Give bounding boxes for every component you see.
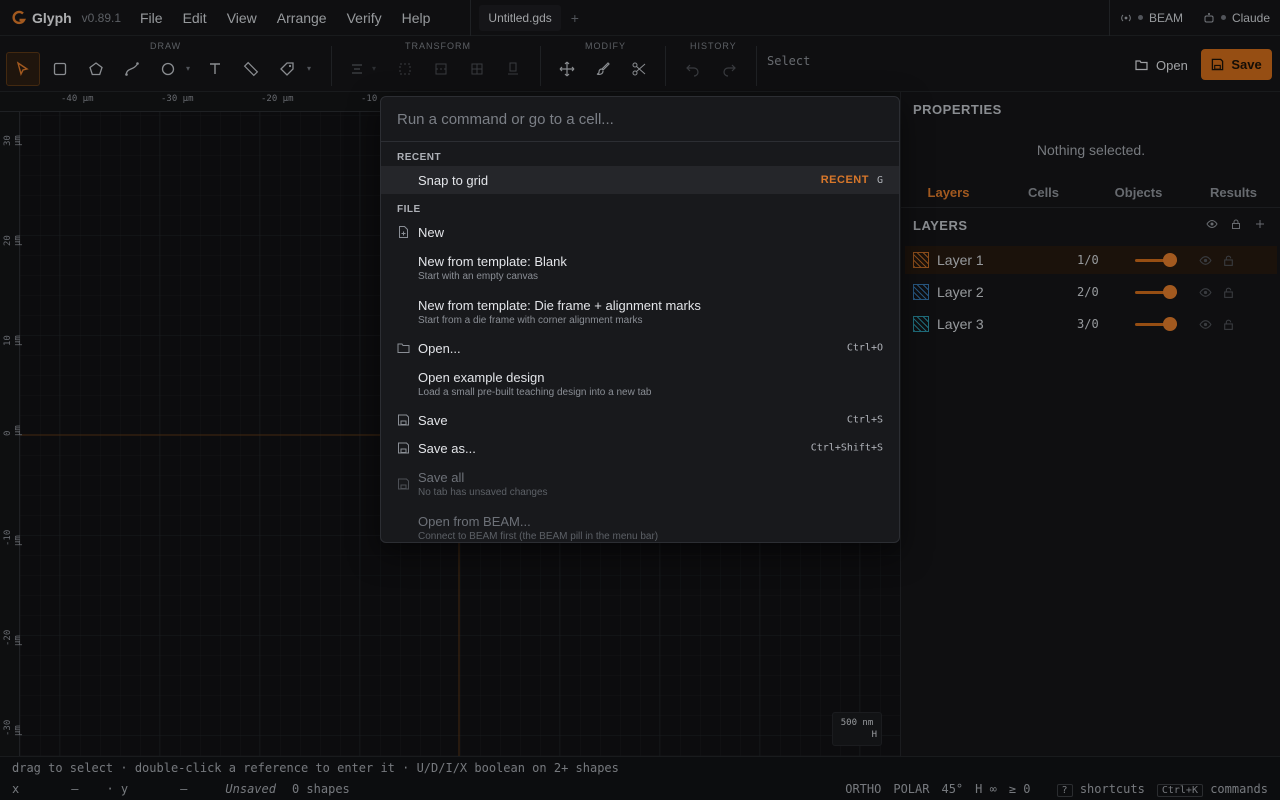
command-title: New from template: Blank — [418, 254, 567, 269]
command-item[interactable]: Open... Ctrl+O — [381, 334, 899, 362]
command-shortcut: Ctrl+O — [846, 342, 883, 354]
command-palette: RECENT Snap to grid RECENT G FILE NewNew… — [380, 96, 900, 543]
command-item: Open from BEAM... Connect to BEAM first (… — [381, 506, 899, 542]
command-item[interactable]: New — [381, 218, 899, 246]
command-item: Save all No tab has unsaved changes — [381, 462, 899, 506]
folder-icon — [397, 342, 410, 355]
command-description: Load a small pre-built teaching design i… — [418, 387, 652, 398]
command-title: Save all — [418, 470, 465, 485]
command-item[interactable]: Open example design Load a small pre-buil… — [381, 362, 899, 406]
command-description: No tab has unsaved changes — [418, 487, 548, 498]
command-item[interactable]: Save Ctrl+S — [381, 406, 899, 434]
command-search-input[interactable] — [381, 97, 899, 142]
command-title: Open... — [418, 340, 461, 356]
command-description: Connect to BEAM first (the BEAM pill in … — [418, 531, 659, 542]
file-section-label: FILE — [397, 204, 421, 215]
command-title: Open example design — [418, 370, 545, 385]
command-meta: Ctrl+Shift+S — [811, 443, 883, 454]
command-item[interactable]: New from template: Die frame + alignment… — [381, 290, 899, 334]
command-meta: RECENT G — [821, 174, 883, 186]
floppy-icon — [397, 442, 410, 455]
command-title: Save — [418, 412, 448, 428]
command-item[interactable]: Save as... Ctrl+Shift+S — [381, 434, 899, 462]
floppy-icon — [397, 478, 410, 491]
command-title: New from template: Die frame + alignment… — [418, 298, 701, 313]
command-shortcut: G — [876, 174, 883, 186]
command-item[interactable]: New from template: Blank Start with an em… — [381, 246, 899, 290]
floppy-icon — [397, 414, 410, 427]
recent-badge: RECENT — [820, 174, 869, 186]
file-plus-icon — [397, 226, 410, 239]
command-shortcut: Ctrl+S — [846, 414, 883, 426]
command-shortcut: Ctrl+Shift+S — [810, 442, 883, 454]
command-list: New New from template: Blank Start with an… — [381, 218, 899, 542]
command-description: Start with an empty canvas — [418, 271, 539, 282]
command-item-snap-to-grid[interactable]: Snap to grid RECENT G — [381, 166, 899, 194]
command-title: Open from BEAM... — [418, 514, 531, 529]
command-description: Start from a die frame with corner align… — [418, 315, 643, 326]
command-meta: Ctrl+S — [847, 415, 883, 426]
command-meta: Ctrl+O — [847, 343, 883, 354]
recent-section-label: RECENT — [397, 152, 442, 163]
command-title: New — [418, 224, 445, 240]
command-title: Snap to grid — [418, 172, 489, 188]
